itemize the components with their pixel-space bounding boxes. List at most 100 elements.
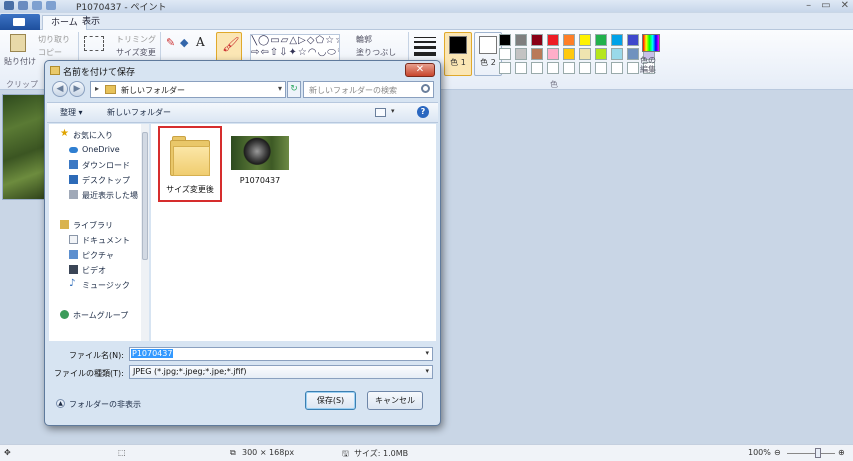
dialog-toolbar: 整理 ▾ 新しいフォルダー ▾ ? bbox=[47, 102, 438, 123]
palette-swatch[interactable] bbox=[595, 48, 607, 60]
view-options-icon[interactable] bbox=[375, 108, 386, 117]
search-icon bbox=[421, 84, 430, 93]
file-list: サイズ変更後 P1070437 bbox=[151, 124, 436, 341]
redo-icon[interactable] bbox=[46, 1, 56, 10]
recent-places-icon bbox=[69, 190, 78, 199]
palette-swatch[interactable] bbox=[531, 34, 543, 46]
folder-item[interactable]: サイズ変更後 bbox=[158, 126, 222, 202]
palette-swatch[interactable] bbox=[611, 48, 623, 60]
shapes-gallery[interactable]: ╲◯▭▱△▷◇⬠☆☆ ⇨⇦⇧⇩✦☆◠◡⬭♡ bbox=[250, 34, 340, 62]
back-button[interactable]: ◀ bbox=[52, 81, 68, 97]
cancel-button[interactable]: キャンセル bbox=[367, 391, 423, 410]
search-input[interactable]: 新しいフォルダーの検索 bbox=[303, 81, 434, 98]
palette-swatch[interactable] bbox=[515, 34, 527, 46]
zoom-in-button[interactable]: ⊕ bbox=[838, 448, 845, 457]
fill-button[interactable]: 塗りつぶし bbox=[356, 47, 396, 58]
zoom-slider-thumb[interactable] bbox=[815, 448, 821, 458]
maximize-icon[interactable]: ▭ bbox=[821, 0, 830, 11]
new-folder-button[interactable]: 新しいフォルダー bbox=[107, 107, 171, 118]
paint-canvas[interactable] bbox=[2, 94, 50, 200]
video-icon bbox=[69, 265, 78, 274]
line-size-icon[interactable] bbox=[414, 34, 436, 56]
ribbon-tabs: ホーム 表示 bbox=[0, 13, 853, 30]
paint-app-icon[interactable] bbox=[4, 1, 14, 10]
palette-swatch[interactable] bbox=[595, 62, 607, 74]
file-item[interactable]: P1070437 bbox=[229, 130, 291, 194]
palette-swatch[interactable] bbox=[563, 48, 575, 60]
address-dropdown-icon[interactable]: ▾ bbox=[278, 84, 282, 93]
pencil-icon[interactable]: ✎ bbox=[166, 36, 175, 49]
paste-icon[interactable] bbox=[10, 34, 26, 52]
palette-swatch[interactable] bbox=[611, 62, 623, 74]
nav-scrollbar[interactable] bbox=[141, 124, 149, 341]
fill-bucket-icon[interactable]: ◆ bbox=[180, 36, 188, 49]
tab-view[interactable]: 表示 bbox=[74, 15, 108, 30]
view-dropdown-icon[interactable]: ▾ bbox=[391, 107, 395, 115]
edit-colors-icon[interactable] bbox=[642, 34, 660, 52]
download-icon bbox=[69, 160, 78, 169]
file-menu-icon bbox=[13, 18, 25, 26]
dimensions-icon: ⧉ bbox=[230, 448, 236, 457]
filetype-select[interactable]: JPEG (*.jpg;*.jpeg;*.jpe;*.jfif) ▾ bbox=[129, 365, 433, 379]
palette-swatch[interactable] bbox=[627, 34, 639, 46]
palette-swatch[interactable] bbox=[627, 48, 639, 60]
window-title: P1070437 - ペイント bbox=[76, 3, 167, 13]
address-bar[interactable]: ▸ 新しいフォルダー ▾ bbox=[90, 81, 286, 98]
zoom-slider[interactable] bbox=[787, 453, 835, 454]
file-menu-button[interactable] bbox=[0, 14, 40, 30]
filename-field[interactable]: P1070437 ▾ bbox=[129, 347, 433, 361]
outline-button[interactable]: 輪郭 bbox=[356, 34, 372, 45]
resize-button[interactable]: サイズ変更 bbox=[116, 47, 156, 58]
cut-button[interactable]: 切り取り bbox=[38, 34, 70, 45]
breadcrumb-current-folder[interactable]: 新しいフォルダー bbox=[121, 85, 185, 96]
brush-icon: 🖌 bbox=[222, 37, 240, 53]
palette-swatch[interactable] bbox=[531, 48, 543, 60]
palette-swatch[interactable] bbox=[515, 48, 527, 60]
palette-swatch[interactable] bbox=[499, 34, 511, 46]
palette-swatch[interactable] bbox=[499, 48, 511, 60]
chevron-down-icon[interactable]: ▾ bbox=[425, 367, 429, 375]
trim-button[interactable]: トリミング bbox=[116, 34, 156, 45]
dialog-close-button[interactable]: ✕ bbox=[405, 63, 435, 77]
refresh-button[interactable]: ↻ bbox=[287, 81, 301, 98]
palette-swatch[interactable] bbox=[579, 48, 591, 60]
palette-swatch[interactable] bbox=[547, 48, 559, 60]
nav-item-label: ホームグループ bbox=[73, 311, 129, 320]
palette-swatch[interactable] bbox=[563, 34, 575, 46]
undo-icon[interactable] bbox=[32, 1, 42, 10]
text-tool-icon[interactable]: A bbox=[196, 35, 205, 49]
color2-label: 色 2 bbox=[480, 58, 496, 67]
palette-swatch[interactable] bbox=[531, 62, 543, 74]
chevron-down-icon[interactable]: ▾ bbox=[425, 349, 429, 357]
chevron-up-icon: ▲ bbox=[56, 399, 65, 408]
color1-button[interactable]: 色 1 bbox=[444, 32, 472, 76]
save-icon[interactable] bbox=[18, 1, 28, 10]
paste-button[interactable]: 貼り付け bbox=[4, 56, 36, 67]
palette-swatch[interactable] bbox=[515, 62, 527, 74]
select-icon[interactable] bbox=[84, 36, 104, 51]
breadcrumb-arrow-icon[interactable]: ▸ bbox=[95, 84, 99, 93]
help-icon[interactable]: ? bbox=[417, 106, 429, 118]
color2-button[interactable]: 色 2 bbox=[474, 32, 502, 76]
palette-swatch[interactable] bbox=[579, 62, 591, 74]
zoom-out-button[interactable]: ⊖ bbox=[774, 448, 781, 457]
palette-swatch[interactable] bbox=[627, 62, 639, 74]
minimize-icon[interactable]: – bbox=[806, 0, 811, 11]
palette-swatch[interactable] bbox=[611, 34, 623, 46]
save-button[interactable]: 保存(S) bbox=[305, 391, 356, 410]
nav-item-label: OneDrive bbox=[82, 145, 120, 154]
palette-swatch[interactable] bbox=[595, 34, 607, 46]
forward-button[interactable]: ▶ bbox=[69, 81, 85, 97]
nav-item-label: ダウンロード bbox=[82, 161, 130, 170]
palette-swatch[interactable] bbox=[499, 62, 511, 74]
organize-button[interactable]: 整理 ▾ bbox=[60, 107, 83, 118]
nav-scrollbar-thumb[interactable] bbox=[142, 132, 148, 260]
close-icon[interactable]: ✕ bbox=[841, 0, 849, 11]
image-thumbnail bbox=[231, 136, 289, 170]
edit-colors-button[interactable]: 色の編集 bbox=[640, 56, 662, 74]
palette-swatch[interactable] bbox=[547, 62, 559, 74]
palette-swatch[interactable] bbox=[579, 34, 591, 46]
palette-swatch[interactable] bbox=[563, 62, 575, 74]
copy-button[interactable]: コピー bbox=[38, 47, 62, 58]
palette-swatch[interactable] bbox=[547, 34, 559, 46]
